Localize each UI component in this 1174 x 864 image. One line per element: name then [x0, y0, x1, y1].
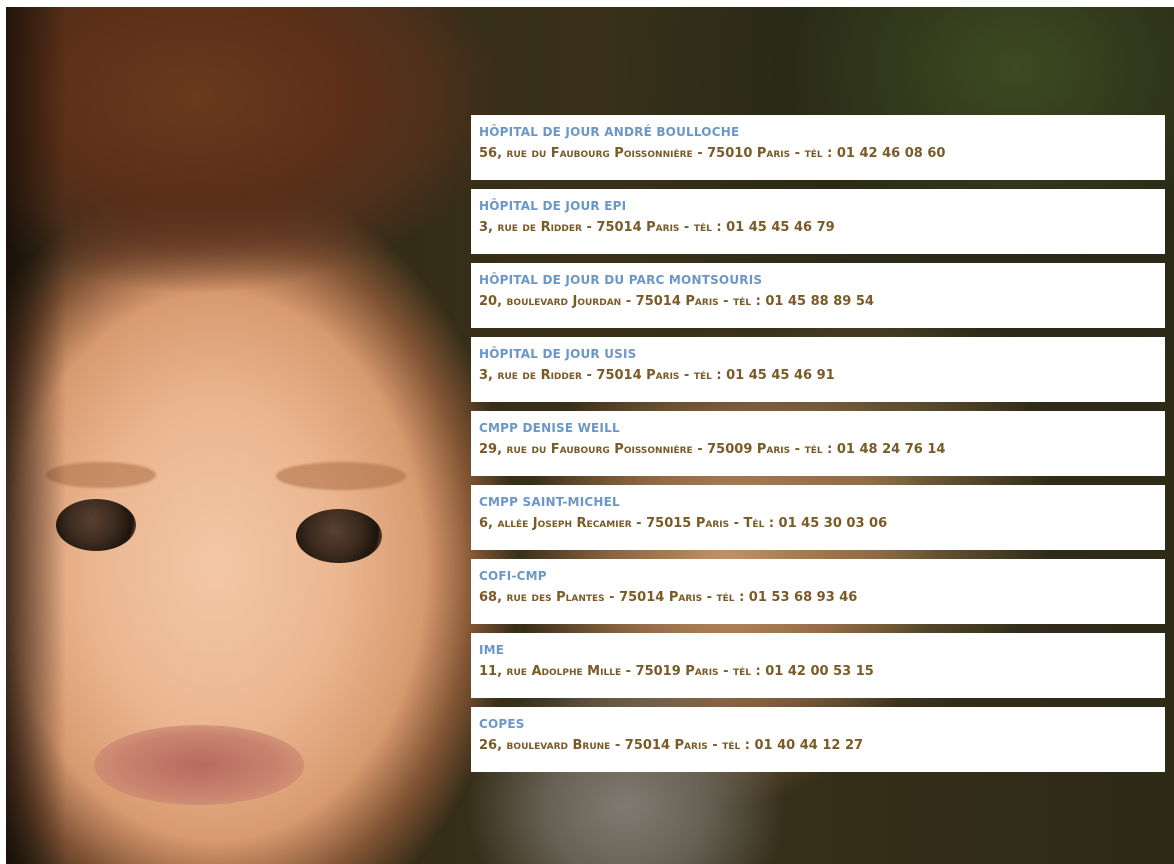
address-card: Hôpital de jour USIS 3, rue de Ridder - …: [471, 337, 1165, 402]
address-list: Hôpital de jour André Boulloche 56, rue …: [471, 115, 1165, 781]
address-card: IME 11, rue Adolphe Mille - 75019 Paris …: [471, 633, 1165, 698]
card-address: 68, rue des Plantes - 75014 Paris - tél …: [479, 590, 858, 605]
card-address: 3, rue de Ridder - 75014 Paris - tél : 0…: [479, 368, 835, 383]
card-address: 3, rue de Ridder - 75014 Paris - tél : 0…: [479, 220, 835, 235]
card-title: CMPP Saint-Michel: [479, 495, 620, 509]
photo-mouth: [94, 725, 304, 805]
address-card: COFI-CMP 68, rue des Plantes - 75014 Par…: [471, 559, 1165, 624]
card-title: Hôpital de jour USIS: [479, 347, 637, 361]
card-title: COFI-CMP: [479, 569, 547, 583]
address-card: Hôpital de jour du Parc Montsouris 20, b…: [471, 263, 1165, 328]
address-card: Hôpital de jour André Boulloche 56, rue …: [471, 115, 1165, 180]
card-title: CMPP Denise Weill: [479, 421, 620, 435]
address-card: Hôpital de jour EPI 3, rue de Ridder - 7…: [471, 189, 1165, 254]
card-title: Hôpital de jour André Boulloche: [479, 125, 740, 139]
card-address: 56, rue du Faubourg Poissonnière - 75010…: [479, 146, 946, 161]
photo-left-eye: [56, 499, 136, 551]
photo-right-eye: [296, 509, 382, 563]
card-address: 26, boulevard Brune - 75014 Paris - tél …: [479, 738, 864, 753]
card-title: COPES: [479, 717, 525, 731]
card-address: 20, boulevard Jourdan - 75014 Paris - té…: [479, 294, 874, 309]
address-card: COPES 26, boulevard Brune - 75014 Paris …: [471, 707, 1165, 772]
card-title: IME: [479, 643, 505, 657]
card-address: 6, allée Joseph Recamier - 75015 Paris -…: [479, 516, 888, 531]
photo-right-brow: [276, 462, 406, 490]
address-card: CMPP Denise Weill 29, rue du Faubourg Po…: [471, 411, 1165, 476]
photo-left-shadow: [6, 7, 66, 864]
card-title: Hôpital de jour du Parc Montsouris: [479, 273, 763, 287]
card-address: 29, rue du Faubourg Poissonnière - 75009…: [479, 442, 946, 457]
address-card: CMPP Saint-Michel 6, allée Joseph Recami…: [471, 485, 1165, 550]
card-address: 11, rue Adolphe Mille - 75019 Paris - té…: [479, 664, 874, 679]
card-title: Hôpital de jour EPI: [479, 199, 627, 213]
